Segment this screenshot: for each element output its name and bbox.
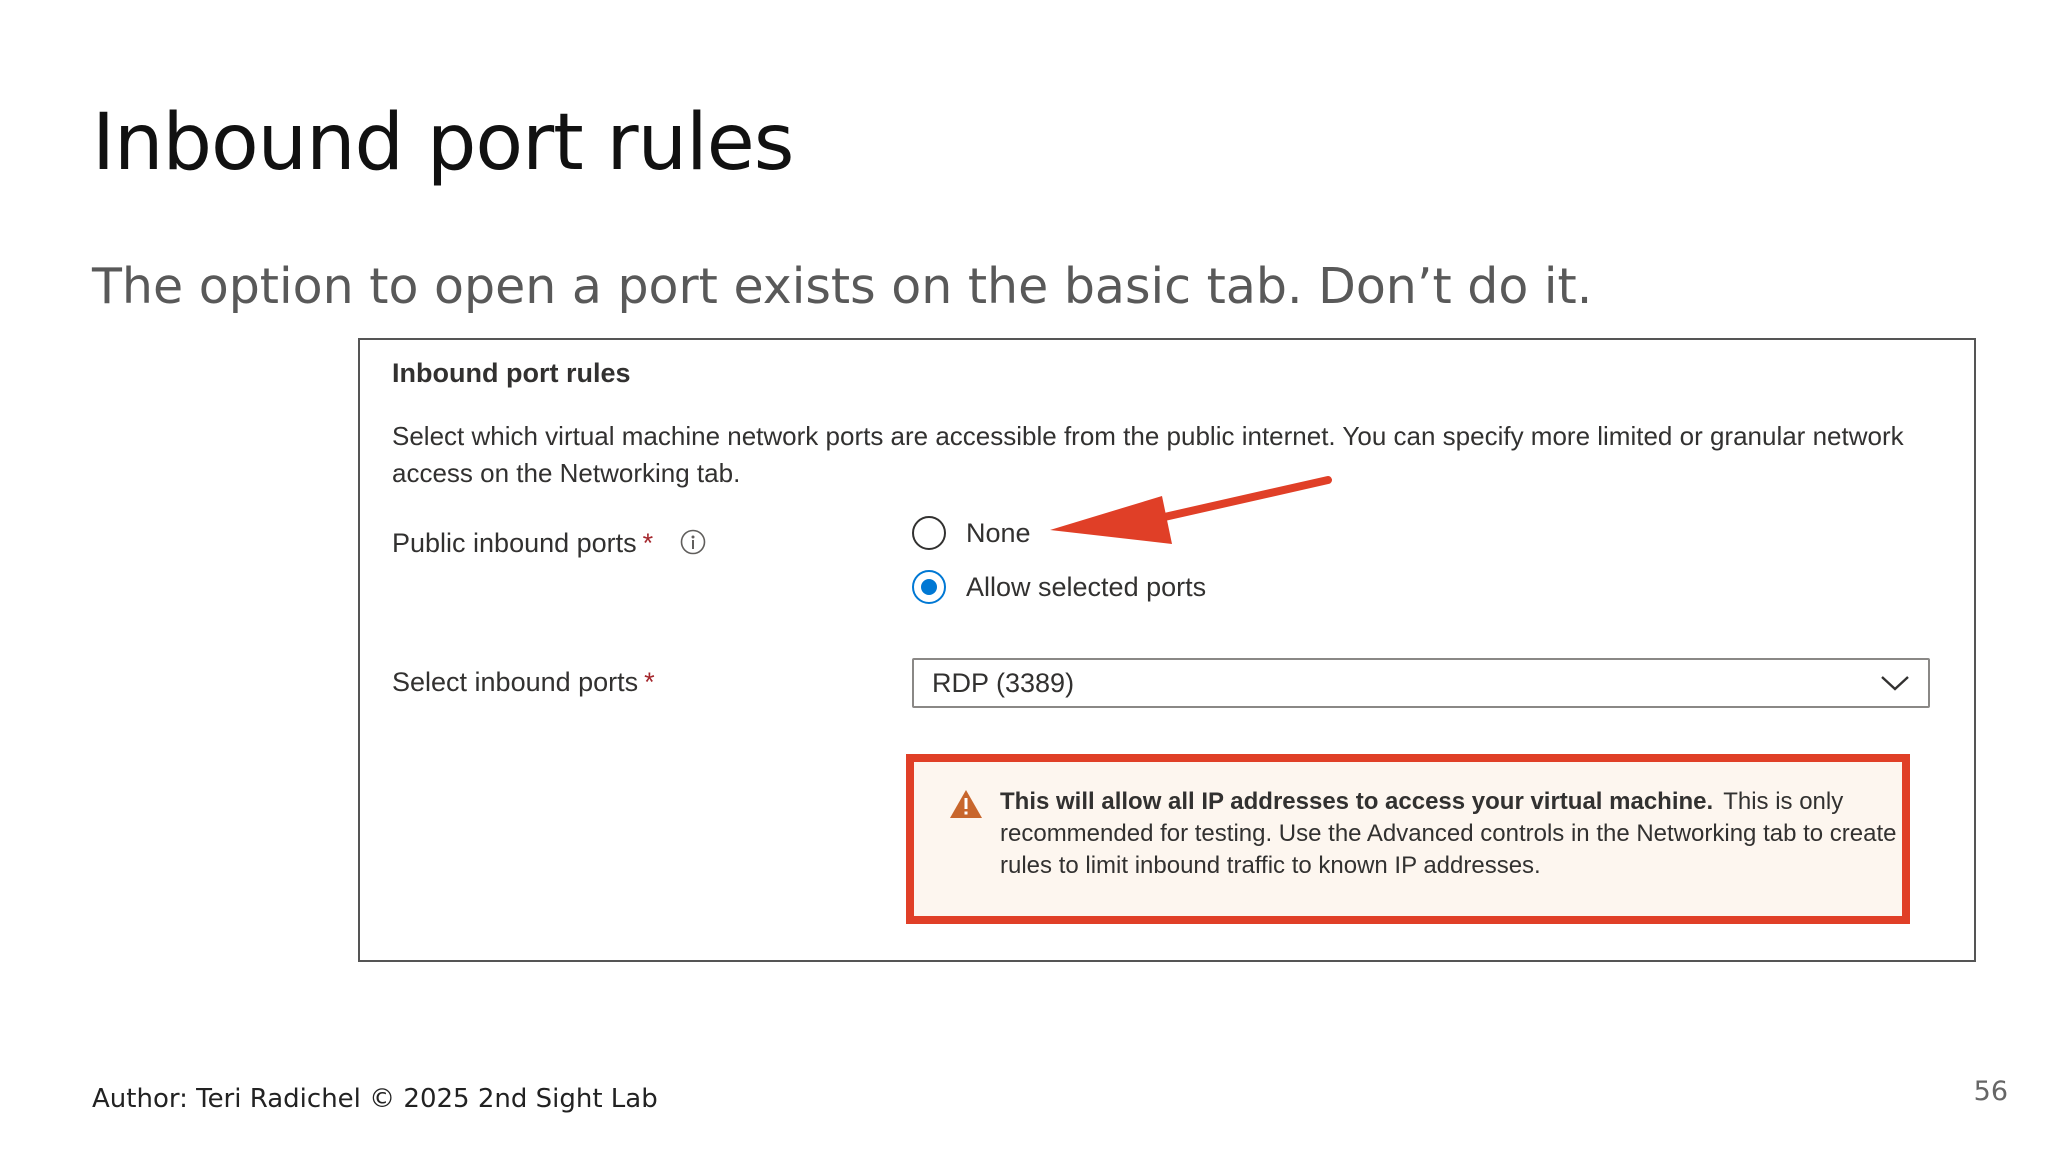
warning-text: This will allow all IP addresses to acce… [1000, 786, 1900, 882]
slide-title: Inbound port rules [92, 98, 794, 188]
radio-option-allow-selected-ports[interactable]: Allow selected ports [912, 570, 1206, 604]
info-icon[interactable] [680, 529, 706, 555]
arrow-head [1050, 496, 1172, 544]
section-description: Select which virtual machine network por… [392, 421, 1904, 488]
inbound-port-rules-screenshot: Inbound port rules Select which virtual … [358, 338, 1976, 962]
radio-label-allow-selected-ports: Allow selected ports [966, 571, 1207, 602]
select-inbound-ports-label-text: Select inbound ports [392, 667, 639, 697]
slide: Inbound port rules The option to open a … [0, 0, 2048, 1152]
radio-button-allow-selected-ports[interactable] [912, 570, 946, 604]
radio-button-none[interactable] [912, 516, 946, 550]
warning-message-highlight: This will allow all IP addresses to acce… [906, 754, 1910, 924]
dropdown-selected-value: RDP (3389) [932, 667, 1075, 698]
radio-option-none[interactable]: None [912, 516, 1031, 550]
required-asterisk: * [642, 528, 654, 558]
section-heading: Inbound port rules [392, 358, 631, 388]
chevron-down-icon[interactable] [1880, 674, 1910, 692]
warning-triangle-icon [950, 790, 982, 818]
public-inbound-ports-label-text: Public inbound ports [392, 528, 637, 558]
required-asterisk: * [644, 667, 655, 697]
radio-label-none: None [966, 517, 1031, 548]
select-inbound-ports-label: Select inbound ports * [392, 667, 655, 698]
warning-bold-text: This will allow all IP addresses to acce… [1000, 788, 1714, 815]
select-inbound-ports-dropdown[interactable]: RDP (3389) [912, 658, 1930, 708]
page-number: 56 [1973, 1076, 2008, 1107]
public-inbound-ports-label: Public inbound ports * [392, 528, 653, 559]
slide-subtitle: The option to open a port exists on the … [92, 258, 1593, 315]
footer-author: Author: Teri Radichel © 2025 2nd Sight L… [92, 1084, 658, 1114]
